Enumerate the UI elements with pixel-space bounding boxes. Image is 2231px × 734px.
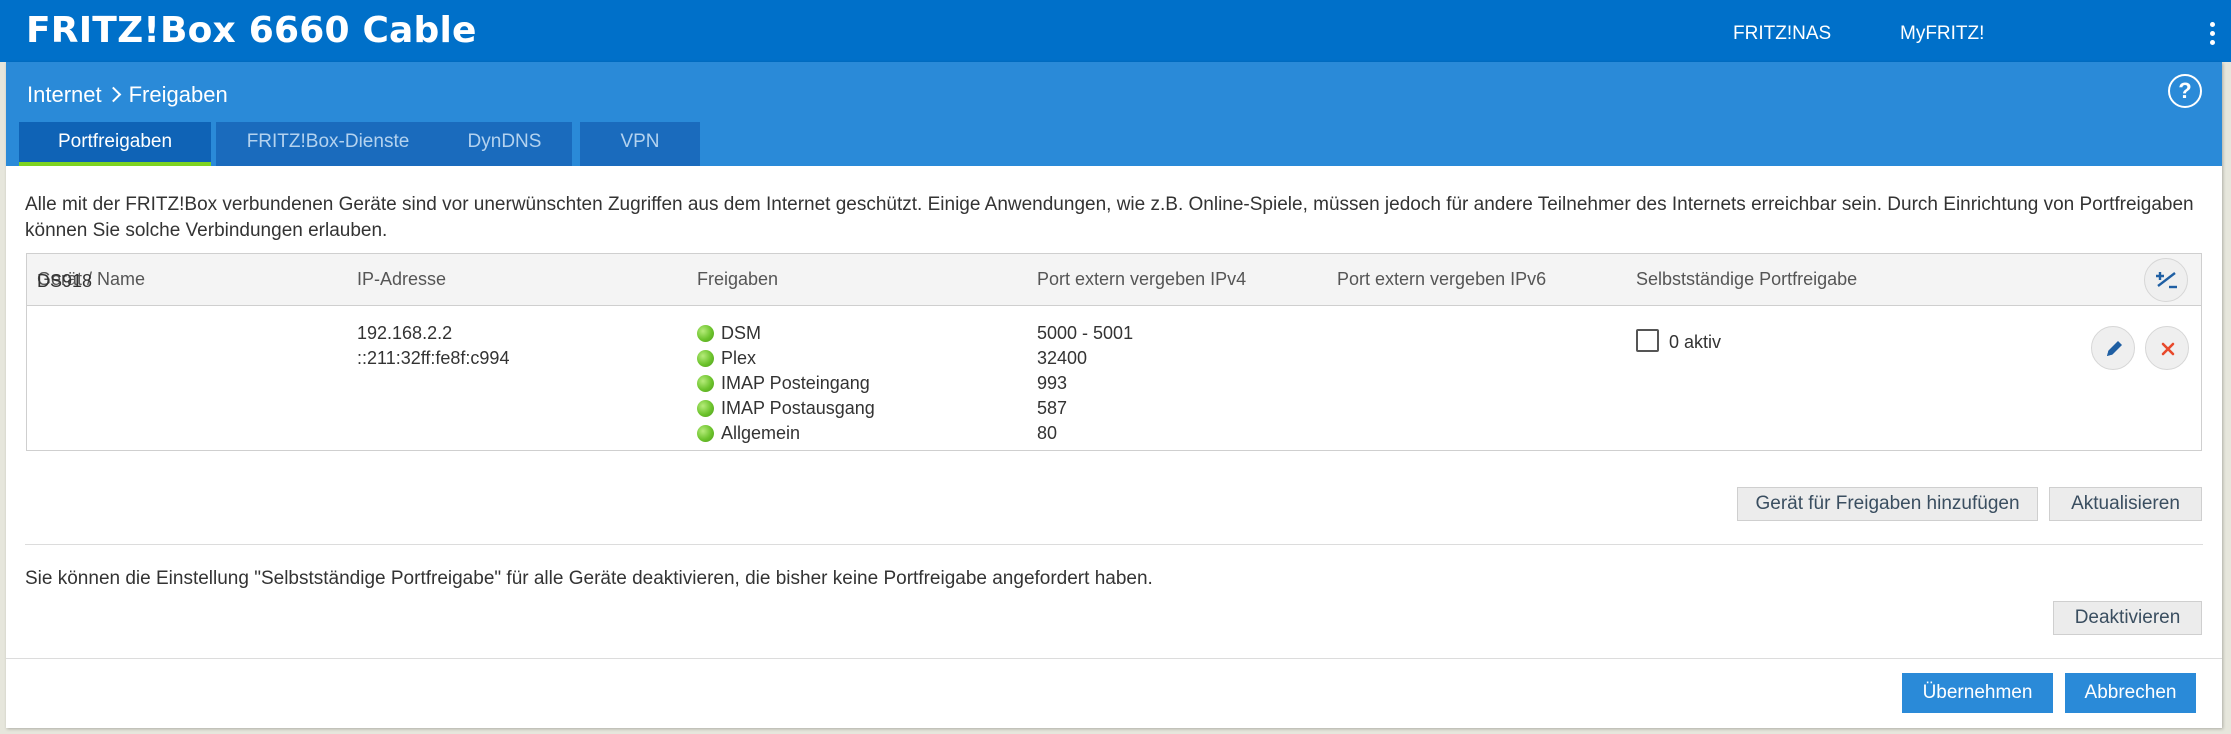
divider	[25, 544, 2203, 545]
shares-cell: DSM Plex IMAP Posteingang IMAP Postausga…	[697, 321, 875, 446]
edit-icon[interactable]	[2091, 326, 2135, 370]
content-panel: Internet Freigaben ? Portfreigaben FRITZ!…	[6, 62, 2222, 728]
deactivate-button[interactable]: Deaktivieren	[2053, 601, 2202, 635]
share-port: 993	[1037, 373, 1068, 393]
tab-portfreigaben[interactable]: Portfreigaben	[19, 122, 211, 166]
port-ipv4-cell: 5000 - 5001 32400 993 587 80	[1037, 321, 1133, 446]
add-device-button[interactable]: Gerät für Freigaben hinzufügen	[1737, 487, 2038, 521]
help-icon[interactable]: ?	[2168, 74, 2202, 108]
header-self-share: Selbstständige Portfreigabe	[1636, 269, 1858, 289]
header-ip-address: IP-Adresse	[357, 269, 447, 289]
tab-fritzbox-dienste[interactable]: FRITZ!Box-Dienste	[216, 122, 440, 166]
deactivate-info-text: Sie können die Einstellung "Selbstständi…	[25, 568, 1153, 589]
share-port: 587	[1037, 398, 1068, 418]
share-item: IMAP Postausgang	[697, 396, 875, 421]
status-dot-icon	[697, 350, 714, 367]
chevron-right-icon	[105, 86, 121, 103]
ipv4-address: 192.168.2.2	[357, 323, 453, 343]
self-share-cell: 0 aktiv	[1636, 329, 1721, 355]
page-header: Internet Freigaben ? Portfreigaben FRITZ!…	[6, 62, 2222, 166]
share-item: IMAP Posteingang	[697, 371, 875, 396]
breadcrumb-internet[interactable]: Internet	[27, 82, 102, 107]
refresh-button[interactable]: Aktualisieren	[2049, 487, 2202, 521]
self-share-label: 0 aktiv	[1669, 332, 1722, 352]
share-item: Plex	[697, 346, 875, 371]
top-bar: FRITZ!Box 6660 Cable FRITZ!NAS MyFRITZ!	[0, 0, 2231, 62]
breadcrumb: Internet Freigaben	[27, 80, 228, 110]
share-name: Allgemein	[721, 423, 801, 443]
cancel-button[interactable]: Abbrechen	[2065, 673, 2196, 713]
share-name: Plex	[721, 348, 757, 368]
tab-vpn[interactable]: VPN	[580, 122, 700, 166]
header-shares: Freigaben	[697, 269, 779, 289]
intro-text: Alle mit der FRITZ!Box verbundenen Gerät…	[25, 194, 2194, 241]
add-remove-icon[interactable]	[2144, 258, 2188, 302]
share-item: Allgemein	[697, 421, 875, 446]
brand-title: FRITZ!Box 6660 Cable	[26, 10, 477, 51]
ipv6-address: ::211:32ff:fe8f:c994	[357, 348, 510, 368]
share-item: DSM	[697, 321, 875, 346]
share-name: DSM	[721, 323, 761, 343]
self-share-checkbox[interactable]	[1636, 329, 1659, 352]
share-name: IMAP Posteingang	[721, 373, 870, 393]
myfritz-link[interactable]: MyFRITZ!	[1900, 22, 1984, 46]
fritz-nas-link[interactable]: FRITZ!NAS	[1733, 22, 1831, 46]
device-name: DS918	[37, 271, 93, 291]
tab-dyndns[interactable]: DynDNS	[437, 122, 572, 166]
status-dot-icon	[697, 400, 714, 417]
header-port-ipv6: Port extern vergeben IPv6	[1337, 269, 1547, 289]
port-sharing-table: Gerät / Name IP-Adresse Freigaben Port e…	[26, 253, 2202, 451]
status-dot-icon	[697, 425, 714, 442]
footer-divider	[6, 658, 2222, 659]
share-port: 32400	[1037, 348, 1088, 368]
status-dot-icon	[697, 375, 714, 392]
share-port: 80	[1037, 423, 1058, 443]
status-dot-icon	[697, 325, 714, 342]
vertical-dots-icon[interactable]	[2209, 22, 2217, 48]
ip-address-cell: 192.168.2.2 ::211:32ff:fe8f:c994	[357, 321, 509, 371]
share-port: 5000 - 5001	[1037, 323, 1134, 343]
apply-button[interactable]: Übernehmen	[1902, 673, 2053, 713]
share-name: IMAP Postausgang	[721, 398, 875, 418]
header-port-ipv4: Port extern vergeben IPv4	[1037, 269, 1247, 289]
delete-icon[interactable]	[2145, 326, 2189, 370]
table-header: Gerät / Name IP-Adresse Freigaben Port e…	[27, 254, 2201, 306]
breadcrumb-freigaben: Freigaben	[128, 82, 228, 107]
